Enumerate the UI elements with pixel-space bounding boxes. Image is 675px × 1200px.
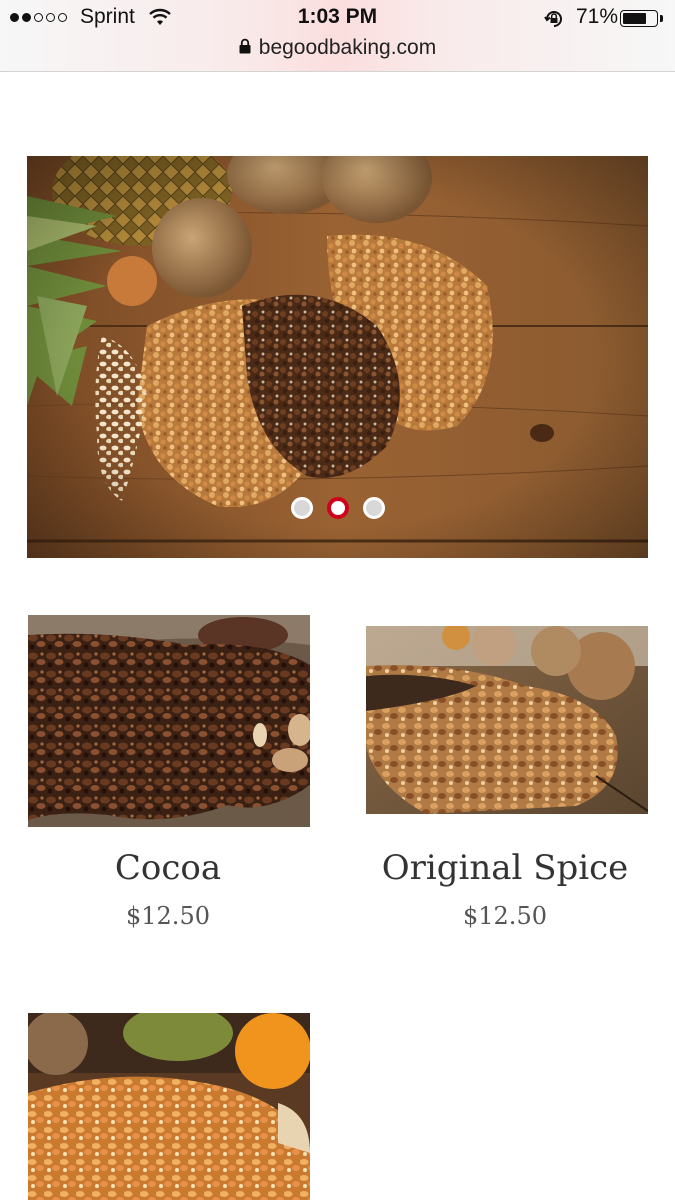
product-image-3[interactable] [28, 1013, 310, 1200]
slider-pagination [27, 497, 648, 519]
battery-percentage: 71% [576, 5, 619, 28]
status-bar: Sprint 1:03 PM 71% begoodbaking.com [0, 0, 675, 72]
product-image-original-spice[interactable] [366, 626, 648, 814]
battery-fill [623, 13, 646, 24]
slide-dot-1[interactable] [290, 497, 313, 519]
hero-slider[interactable] [27, 156, 648, 558]
signal-strength-icon [10, 13, 67, 22]
cocoa-granola-photo [28, 615, 310, 827]
original-spice-granola-photo [366, 626, 648, 814]
carrier-name: Sprint [80, 5, 135, 28]
address-bar[interactable]: begoodbaking.com [0, 36, 675, 60]
slide-dot-2[interactable] [326, 497, 349, 519]
product-image-cocoa[interactable] [28, 615, 310, 827]
url-text[interactable]: begoodbaking.com [259, 36, 436, 60]
tropical-granola-photo [28, 1013, 310, 1200]
product-name[interactable]: Cocoa [18, 848, 318, 888]
lock-icon [239, 38, 251, 59]
slide-dot-3[interactable] [362, 497, 385, 519]
product-price: $12.50 [463, 902, 547, 930]
battery-icon [620, 10, 658, 27]
product-name[interactable]: Original Spice [355, 848, 655, 888]
orientation-lock-icon [543, 8, 565, 35]
battery-tip [660, 15, 663, 22]
wifi-icon [148, 8, 172, 31]
product-price: $12.50 [126, 902, 210, 930]
